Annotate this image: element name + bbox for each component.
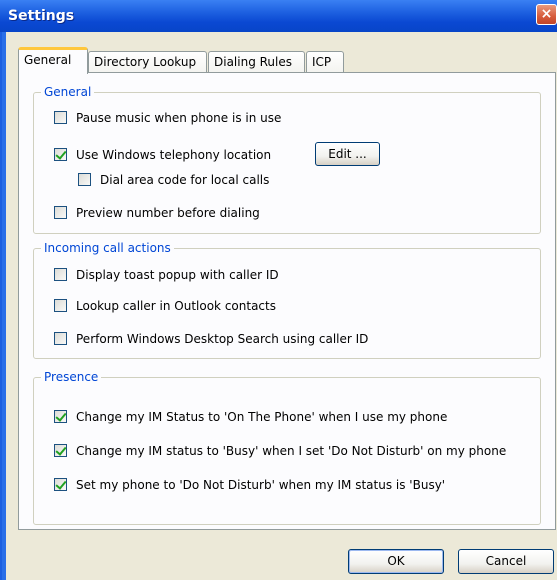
tab-dialing-rules-label: Dialing Rules: [214, 55, 293, 69]
tab-icp-label: ICP: [312, 55, 332, 69]
pause-music-label: Pause music when phone is in use: [76, 111, 282, 125]
tab-general[interactable]: General: [18, 47, 88, 74]
tab-dialing-rules[interactable]: Dialing Rules: [208, 51, 305, 73]
tab-icp[interactable]: ICP: [306, 51, 344, 73]
dnd-busy-label: Set my phone to 'Do Not Disturb' when my…: [76, 478, 446, 492]
toast-popup-checkbox[interactable]: [54, 268, 67, 281]
desktop-search-checkbox[interactable]: [54, 332, 67, 345]
group-presence-label: Presence: [41, 369, 102, 385]
group-presence: Presence Change my IM Status to 'On The …: [33, 369, 541, 525]
tab-directory-lookup[interactable]: Directory Lookup: [88, 51, 207, 73]
use-telephony-label: Use Windows telephony location: [76, 148, 272, 162]
lookup-outlook-checkbox[interactable]: [54, 299, 67, 312]
group-incoming-label: Incoming call actions: [41, 240, 174, 256]
dial-area-code-label: Dial area code for local calls: [100, 173, 270, 187]
group-general: General Pause music when phone is in use…: [33, 84, 541, 234]
desktop-search-label: Perform Windows Desktop Search using cal…: [76, 332, 369, 346]
busy-dnd-checkbox[interactable]: [54, 444, 67, 457]
close-button[interactable]: ×: [536, 4, 557, 25]
toast-popup-label: Display toast popup with caller ID: [76, 268, 279, 282]
preview-number-checkbox[interactable]: [54, 206, 67, 219]
window-title: Settings: [8, 8, 75, 24]
dial-area-code-checkbox[interactable]: [78, 173, 91, 186]
lookup-outlook-label: Lookup caller in Outlook contacts: [76, 299, 276, 313]
on-the-phone-label: Change my IM Status to 'On The Phone' wh…: [76, 410, 448, 424]
edit-button[interactable]: Edit ...: [315, 142, 380, 166]
on-the-phone-checkbox[interactable]: [54, 410, 67, 423]
tab-general-label: General: [24, 53, 72, 67]
title-bar[interactable]: Settings ×: [0, 0, 557, 32]
group-general-label: General: [41, 84, 95, 100]
tab-directory-lookup-label: Directory Lookup: [94, 55, 197, 69]
cancel-button[interactable]: Cancel: [458, 549, 554, 574]
use-telephony-checkbox[interactable]: [54, 148, 67, 161]
group-incoming-call-actions: Incoming call actions Display toast popu…: [33, 240, 541, 359]
pause-music-checkbox[interactable]: [54, 111, 67, 124]
preview-number-label: Preview number before dialing: [76, 206, 260, 220]
window-frame-left: [0, 32, 6, 580]
dnd-busy-checkbox[interactable]: [54, 478, 67, 491]
busy-dnd-label: Change my IM status to 'Busy' when I set…: [76, 444, 507, 458]
ok-button[interactable]: OK: [348, 549, 444, 574]
close-icon: ×: [540, 6, 553, 22]
tab-panel-general: General Pause music when phone is in use…: [18, 72, 556, 530]
